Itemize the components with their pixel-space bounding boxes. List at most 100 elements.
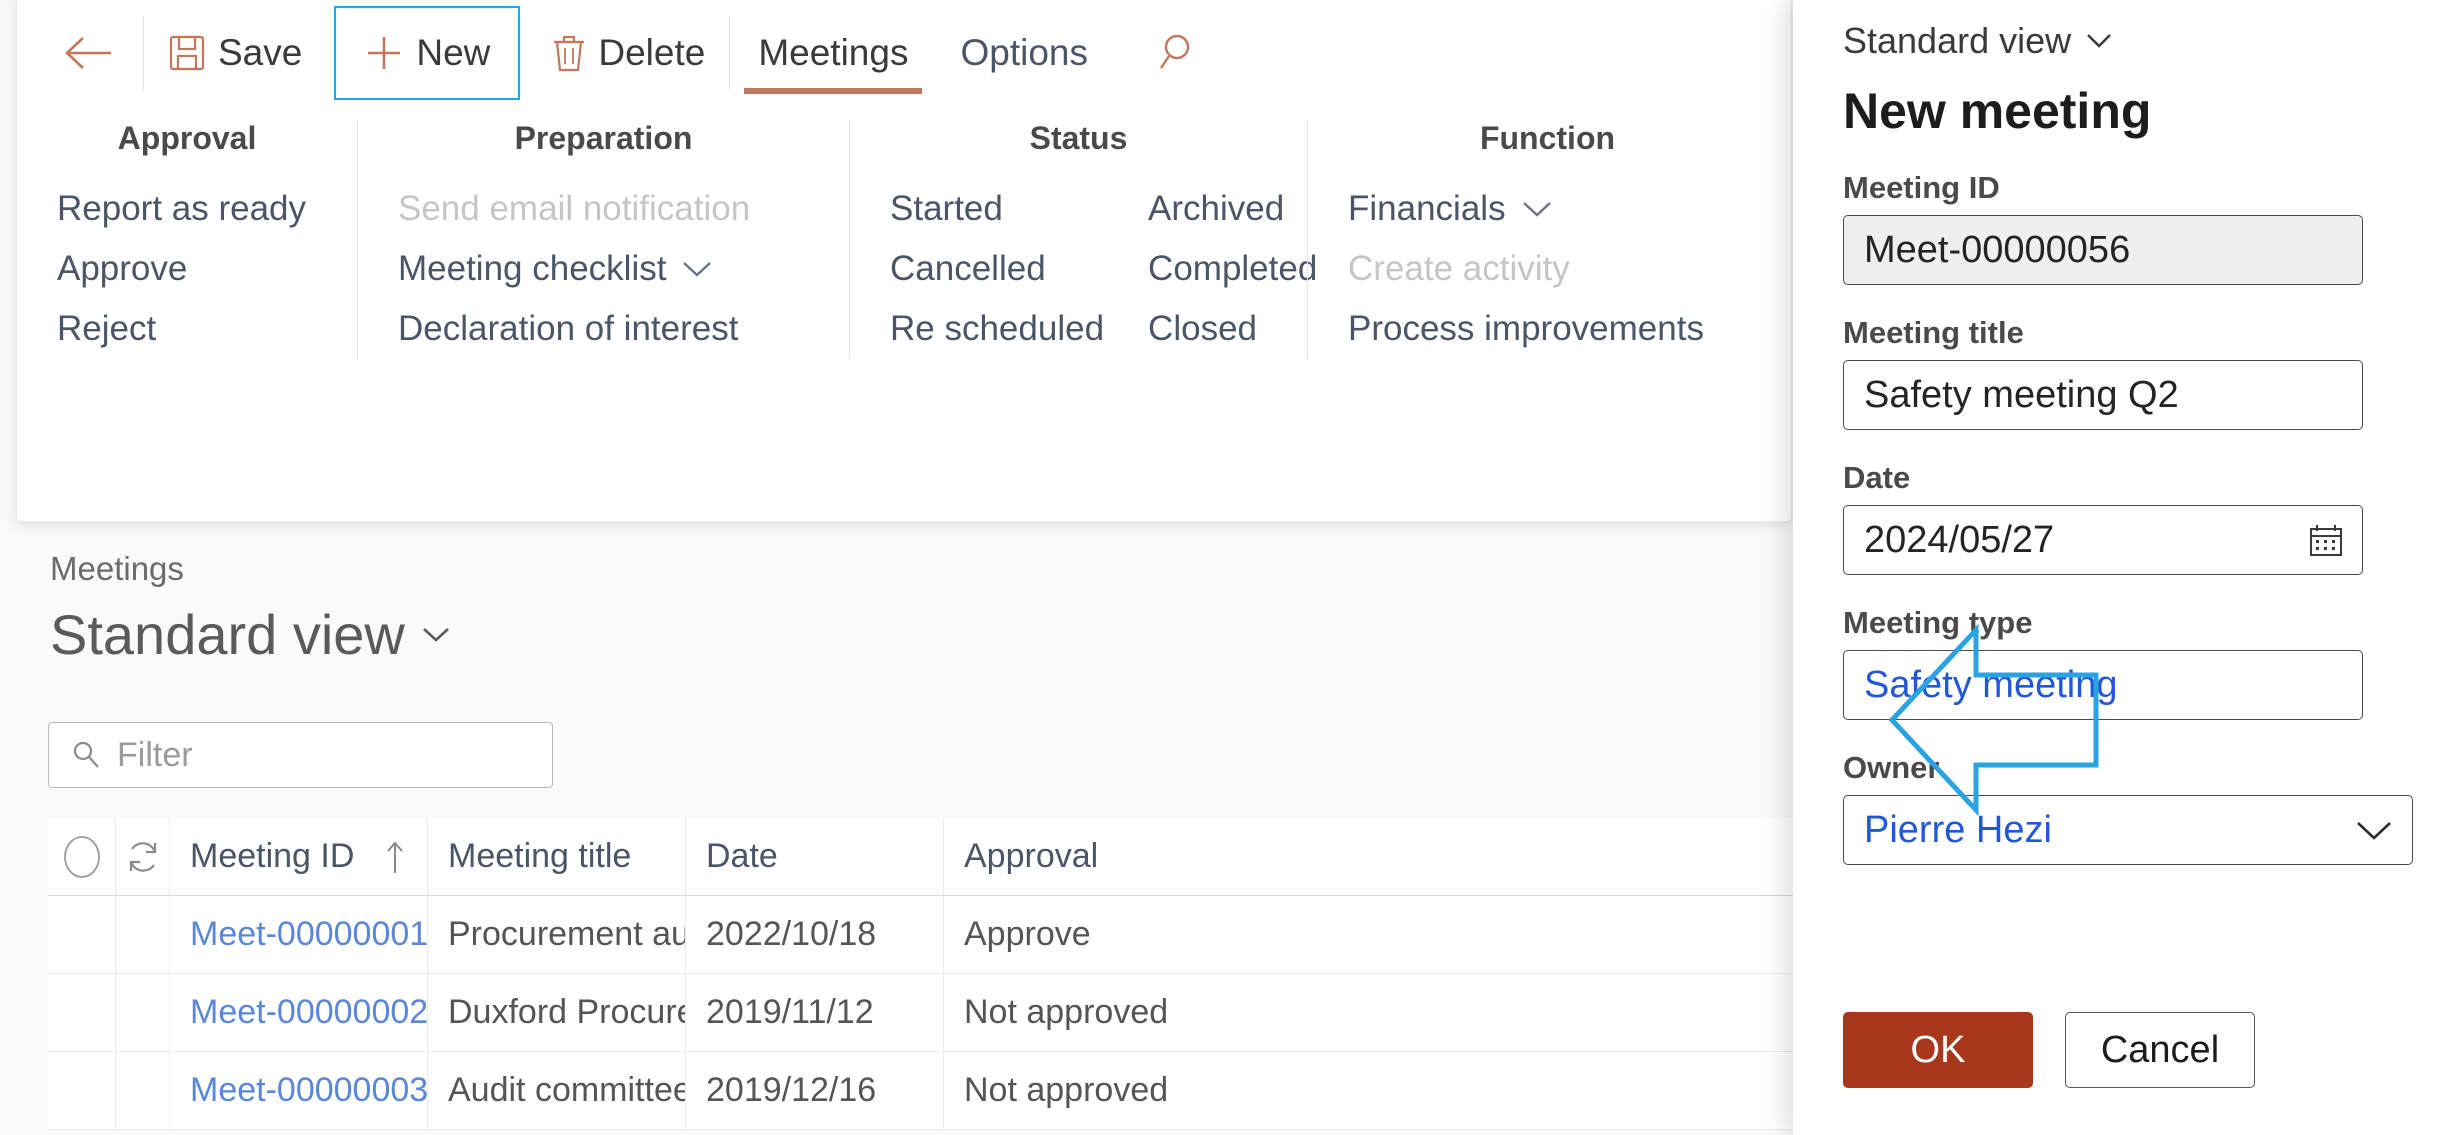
ribbon-item-process-improvements[interactable]: Process improvements [1326,299,1726,359]
table-row[interactable]: Meet-00000003 Audit committee 2019/12/16… [48,1052,1793,1130]
field-label: Meeting ID [1843,170,2000,205]
chevron-down-icon[interactable] [2354,817,2394,843]
field-value: Safety meeting Q2 [1864,373,2179,416]
calendar-icon[interactable] [2308,522,2344,558]
meetings-list-page: Meetings Standard view Filter Meeting ID… [0,530,1793,1135]
meeting-id-input: Meet-00000056 [1843,215,2363,285]
row-select-cell[interactable] [48,974,116,1051]
field-meeting-id: Meeting ID Meet-00000056 [1843,170,2414,285]
refresh-icon [124,838,162,876]
cell-date: 2022/10/18 [686,896,944,973]
search-button[interactable] [1140,10,1222,96]
field-label: Meeting type [1843,605,2033,640]
ribbon-item-meeting-checklist[interactable]: Meeting checklist [376,239,772,299]
ribbon-group-status: Status Started Cancelled Re scheduled Ar… [849,120,1317,359]
meeting-type-input[interactable]: Safety meeting [1843,650,2363,720]
ribbon-item-cancelled[interactable]: Cancelled [868,239,1126,299]
ribbon-item-create-activity: Create activity [1326,239,1726,299]
save-button[interactable]: Save [146,10,324,96]
search-icon [71,740,101,770]
select-all-cell[interactable] [48,818,116,895]
ribbon-group-title: Preparation [514,120,693,156]
field-owner: Owner Pierre Hezi [1843,750,2414,865]
cell-approval: Not approved [964,1071,1169,1109]
app-root: Meetings Standard view Filter Meeting ID… [0,0,2458,1135]
ribbon-group-title: Status [1029,120,1128,156]
save-icon [168,34,206,72]
panel-view-selector[interactable]: Standard view [1843,20,2414,62]
delete-label: Delete [598,32,706,73]
field-label: Owner [1843,750,1940,785]
ribbon-groups: Approval Report as ready Approve Reject [17,120,1791,359]
ribbon-item-label: Approve [57,249,188,288]
cancel-button[interactable]: Cancel [2065,1012,2255,1088]
meeting-title-input[interactable]: Safety meeting Q2 [1843,360,2363,430]
ribbon-item-label: Re scheduled [890,309,1105,348]
field-value: 2024/05/27 [1864,518,2055,561]
meeting-id-link[interactable]: Meet-00000003 [190,1071,427,1110]
meeting-id-link[interactable]: Meet-00000002 [190,993,427,1032]
ribbon-item-started[interactable]: Started [868,179,1126,239]
ok-button[interactable]: OK [1843,1012,2033,1088]
ribbon-item-label: Meeting checklist [398,249,667,288]
owner-dropdown[interactable]: Pierre Hezi [1843,795,2413,865]
field-label: Meeting title [1843,315,2024,350]
cell-approval: Approve [964,915,1091,953]
column-header-date[interactable]: Date [686,818,944,895]
row-select-cell[interactable] [48,1052,116,1129]
chevron-down-icon [421,625,451,645]
date-input[interactable]: 2024/05/27 [1843,505,2363,575]
delete-button[interactable]: Delete [530,10,727,96]
field-meeting-type: Meeting type Safety meeting [1843,605,2414,720]
refresh-cell[interactable] [116,818,170,895]
toolbar-divider [143,16,144,90]
column-header-approval[interactable]: Approval [944,818,1793,895]
field-date: Date 2024/05/27 [1843,460,2414,575]
cell-meeting-id: Meet-00000003 [170,1052,428,1129]
ribbon-item-label: Reject [57,309,157,348]
field-value: Pierre Hezi [1864,808,2052,851]
ribbon-group-title: Approval [117,120,257,156]
panel-actions: OK Cancel [1843,1012,2255,1088]
tab-meetings[interactable]: Meetings [732,6,934,100]
ribbon-item-declaration-of-interest[interactable]: Declaration of interest [376,299,772,359]
page-title-label: Standard view [50,603,405,666]
save-label: Save [218,32,303,73]
column-header-meeting-id[interactable]: Meeting ID [170,818,428,895]
filter-input[interactable]: Filter [48,722,553,788]
chevron-down-icon [2085,31,2113,51]
tab-meetings-label: Meetings [758,32,909,73]
ribbon-item-re-scheduled[interactable]: Re scheduled [868,299,1126,359]
cell-meeting-id: Meet-00000001 [170,896,428,973]
row-indicator-cell [116,1052,170,1129]
table-row[interactable]: Meet-00000001 Procurement audit 2022/10/… [48,896,1793,974]
select-all-circle-icon [63,835,101,879]
filter-placeholder: Filter [117,735,193,774]
ribbon-item-label: Started [890,189,1003,228]
plus-icon [364,33,404,73]
table-row[interactable]: Meet-00000002 Duxford Procure 2019/11/12… [48,974,1793,1052]
ribbon-group-function: Function Financials Create activity Proc… [1307,120,1787,359]
ribbon-group-preparation: Preparation Send email notification Meet… [357,120,849,359]
tab-options[interactable]: Options [934,6,1114,100]
tab-options-label: Options [960,32,1088,73]
column-header-meeting-title[interactable]: Meeting title [428,818,686,895]
toolbar: Save New Delete Meetings Options [17,0,1791,106]
page-title[interactable]: Standard view [50,602,451,667]
ribbon-item-label: Create activity [1348,249,1570,288]
back-button[interactable] [47,10,141,96]
ribbon-item-report-as-ready[interactable]: Report as ready [35,179,328,239]
new-button[interactable]: New [334,6,521,100]
ribbon-item-label: Financials [1348,189,1506,228]
ribbon-item-approve[interactable]: Approve [35,239,328,299]
cell-date: 2019/12/16 [686,1052,944,1129]
meeting-id-link[interactable]: Meet-00000001 [190,915,427,954]
ribbon-item-financials[interactable]: Financials [1326,179,1726,239]
ribbon-item-reject[interactable]: Reject [35,299,328,359]
column-header-label: Meeting ID [190,837,355,875]
cell-meeting-id: Meet-00000002 [170,974,428,1051]
ribbon-item-label: Process improvements [1348,309,1704,348]
ribbon-group-approval: Approval Report as ready Approve Reject [17,120,357,359]
row-select-cell[interactable] [48,896,116,973]
trash-icon [552,34,586,72]
